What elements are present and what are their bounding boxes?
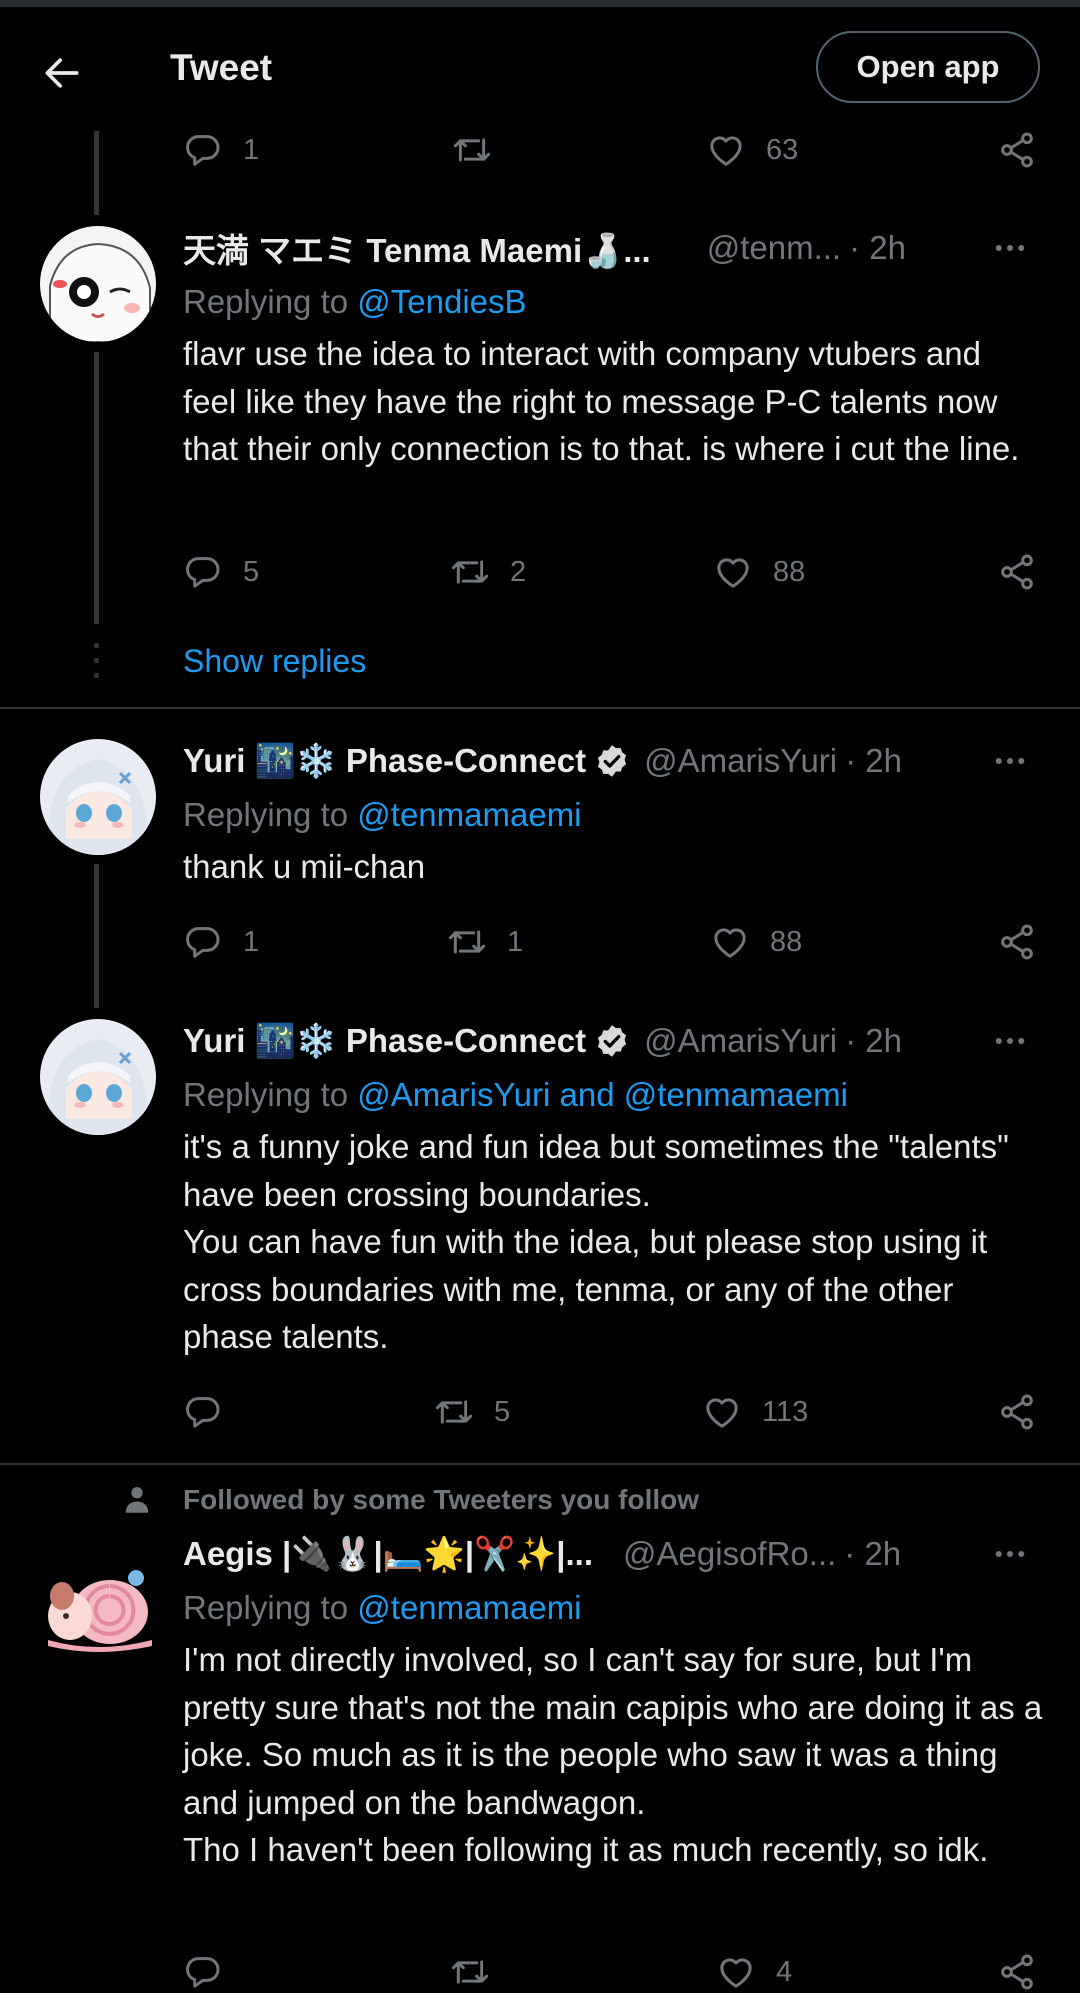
timestamp[interactable]: · 2h: [845, 742, 902, 780]
reply-icon: [183, 552, 223, 592]
thread-dots: [94, 643, 99, 688]
retweet-icon: [450, 552, 490, 592]
mention-link[interactable]: @tenmamaemi: [357, 796, 581, 833]
verified-badge-icon: [594, 743, 630, 779]
thread-line: [94, 131, 99, 215]
reply-action[interactable]: [183, 1392, 243, 1432]
user-handle[interactable]: @AmarisYuri: [644, 742, 837, 780]
display-name[interactable]: Yuri 🌃❄️ Phase-Connect: [183, 1022, 586, 1061]
retweet-icon: [434, 1392, 474, 1432]
more-icon[interactable]: [990, 743, 1030, 779]
top-header: Tweet Open app: [0, 7, 1080, 131]
reply-action[interactable]: 1: [183, 130, 259, 170]
retweet-action[interactable]: 2: [450, 552, 526, 592]
avatar[interactable]: [40, 1019, 156, 1135]
share-icon: [997, 922, 1037, 962]
share-action[interactable]: [997, 552, 1037, 592]
arrow-left-icon[interactable]: [40, 51, 84, 95]
timestamp[interactable]: · 2h: [849, 229, 906, 267]
more-icon[interactable]: [990, 1536, 1030, 1572]
status-strip: [0, 0, 1080, 7]
tweet-header: Yuri 🌃❄️ Phase-Connect @AmarisYuri · 2h: [183, 1019, 1030, 1063]
display-name[interactable]: 天満 マエミ Tenma Maemi🍶...: [183, 224, 651, 272]
retweet-icon: [447, 922, 487, 962]
more-icon[interactable]: [990, 1023, 1030, 1059]
share-action[interactable]: [997, 1952, 1037, 1992]
reply-icon: [183, 1392, 223, 1432]
avatar-image-aegis: [40, 1536, 156, 1652]
tweet-header: Aegis |🔌🐰|🛏️🌟|✂️✨|... @AegisofRo... · 2h: [183, 1532, 1030, 1576]
heart-icon: [706, 130, 746, 170]
tweet-text: it's a funny joke and fun idea but somet…: [183, 1128, 1009, 1355]
replying-to: Replying to @TendiesB: [183, 283, 527, 320]
like-action[interactable]: 4: [716, 1952, 792, 1992]
reply-action[interactable]: [183, 1952, 243, 1992]
reply-icon: [183, 1952, 223, 1992]
tweet-header: Yuri 🌃❄️ Phase-Connect @AmarisYuri · 2h: [183, 739, 1030, 783]
retweet-icon: [450, 1952, 490, 1992]
replying-to: Replying to @tenmamaemi: [183, 796, 582, 833]
person-icon: [125, 1487, 149, 1513]
reply-action[interactable]: 5: [183, 552, 259, 592]
share-action[interactable]: [997, 130, 1037, 170]
share-action[interactable]: [997, 1392, 1037, 1432]
like-action[interactable]: 88: [710, 922, 802, 962]
retweet-action[interactable]: [452, 130, 512, 170]
timestamp[interactable]: · 2h: [844, 1535, 901, 1573]
reply-icon: [183, 130, 223, 170]
tweet-text: thank u mii-chan: [183, 848, 426, 885]
thread-line: [94, 864, 99, 1008]
mention-link[interactable]: @TendiesB: [357, 283, 526, 320]
mention-link[interactable]: @tenmamaemi: [357, 1589, 581, 1626]
open-app-button[interactable]: Open app: [816, 31, 1040, 103]
reply-action[interactable]: 1: [183, 922, 259, 962]
divider: [0, 1463, 1080, 1465]
heart-icon: [702, 1392, 742, 1432]
heart-icon: [713, 552, 753, 592]
divider: [0, 707, 1080, 709]
share-action[interactable]: [997, 922, 1037, 962]
thread-line: [94, 352, 99, 624]
show-replies-link[interactable]: Show replies: [183, 643, 366, 680]
retweet-action[interactable]: 5: [434, 1392, 510, 1432]
display-name[interactable]: Yuri 🌃❄️ Phase-Connect: [183, 742, 586, 781]
avatar-image-yuri: [40, 1019, 156, 1135]
replying-to: Replying to @tenmamaemi: [183, 1589, 582, 1626]
like-action[interactable]: 88: [713, 552, 805, 592]
share-icon: [997, 1392, 1037, 1432]
like-action[interactable]: 113: [702, 1392, 808, 1432]
more-icon[interactable]: [990, 230, 1030, 266]
tweet-text: flavr use the idea to interact with comp…: [183, 335, 1020, 467]
tweet-header: 天満 マエミ Tenma Maemi🍶... @tenm... · 2h: [183, 226, 1030, 270]
avatar[interactable]: [40, 226, 156, 342]
retweet-action[interactable]: [450, 1952, 510, 1992]
user-handle[interactable]: @AegisofRo...: [623, 1535, 836, 1573]
social-context: Followed by some Tweeters you follow: [183, 1484, 700, 1515]
like-action[interactable]: 63: [706, 130, 798, 170]
heart-icon: [716, 1952, 756, 1992]
tweet-text: I'm not directly involved, so I can't sa…: [183, 1641, 1043, 1868]
user-handle[interactable]: @tenm...: [707, 229, 841, 267]
share-icon: [997, 130, 1037, 170]
mention-link[interactable]: @AmarisYuri and @tenmamaemi: [357, 1076, 848, 1113]
avatar[interactable]: [40, 739, 156, 855]
retweet-action[interactable]: 1: [447, 922, 523, 962]
share-icon: [997, 552, 1037, 592]
timestamp[interactable]: · 2h: [845, 1022, 902, 1060]
avatar-image-yuri: [40, 739, 156, 855]
reply-icon: [183, 922, 223, 962]
avatar-image-tenma: [40, 226, 156, 342]
user-handle[interactable]: @AmarisYuri: [644, 1022, 837, 1060]
verified-badge-icon: [594, 1023, 630, 1059]
replying-to: Replying to @AmarisYuri and @tenmamaemi: [183, 1076, 848, 1113]
heart-icon: [710, 922, 750, 962]
retweet-icon: [452, 130, 492, 170]
display-name[interactable]: Aegis |🔌🐰|🛏️🌟|✂️✨|...: [183, 1535, 593, 1574]
avatar[interactable]: [40, 1536, 156, 1652]
page-title: Tweet: [170, 47, 273, 88]
share-icon: [997, 1952, 1037, 1992]
